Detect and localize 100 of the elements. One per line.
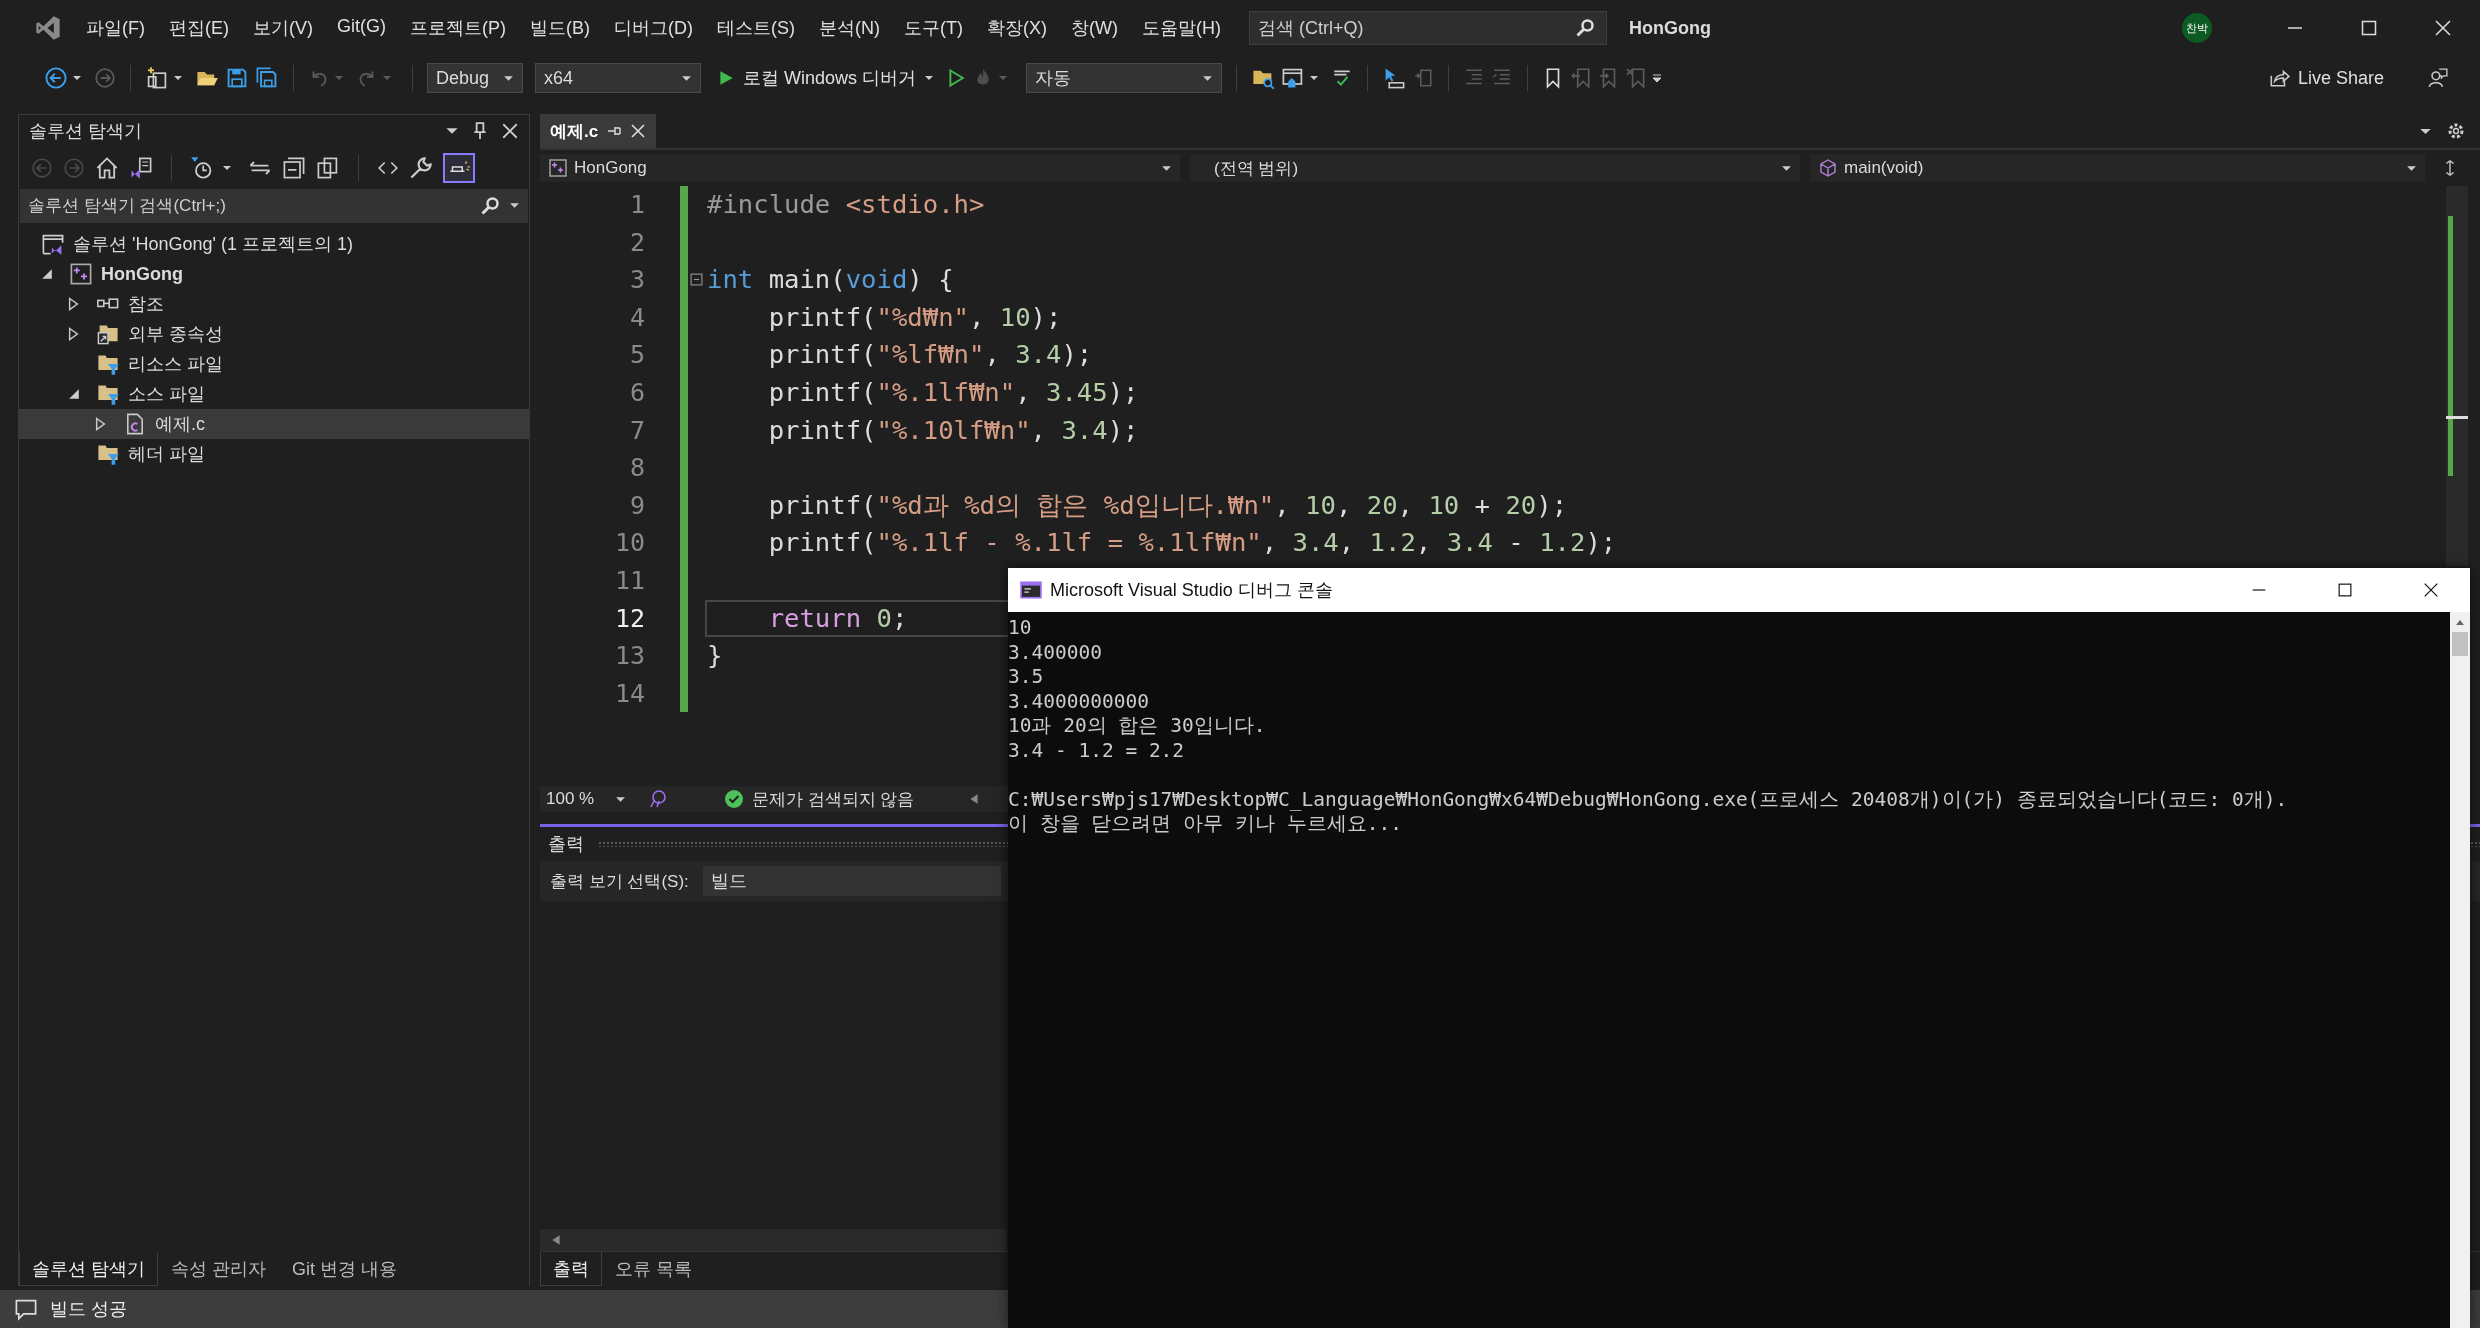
menu-item[interactable]: 파일(F) <box>74 12 157 44</box>
menu-item[interactable]: 테스트(S) <box>705 12 807 44</box>
line-number: 7 <box>629 414 645 447</box>
menu-item[interactable]: 창(W) <box>1058 12 1130 44</box>
notification-icon[interactable] <box>14 1297 38 1321</box>
tree-item[interactable]: 헤더 파일 <box>19 439 529 469</box>
play-icon <box>717 69 735 87</box>
code-line: printf("%lf₩n", 3.4); <box>767 338 1093 372</box>
wrench-icon[interactable] <box>409 156 433 180</box>
expanded-arrow-icon[interactable] <box>68 388 80 400</box>
close-icon[interactable] <box>2433 18 2453 38</box>
caret-icon[interactable] <box>72 73 82 83</box>
panel-tab[interactable]: Git 변경 내용 <box>279 1252 411 1286</box>
panel-tab[interactable]: 속성 관리자 <box>158 1252 280 1286</box>
scroll-left-icon[interactable] <box>968 793 980 805</box>
feedback-icon[interactable] <box>2426 67 2448 89</box>
menu-item[interactable]: 빌드(B) <box>518 12 602 44</box>
console-line: 3.4 - 1.2 = 2.2 <box>1008 738 1186 763</box>
collapsed-arrow-icon[interactable] <box>68 297 79 311</box>
switch-views-icon[interactable] <box>129 156 153 180</box>
scrollbar[interactable] <box>2450 612 2470 1328</box>
collapsed-arrow-icon[interactable] <box>95 417 106 431</box>
intellicode-icon[interactable] <box>648 789 668 809</box>
caret-icon[interactable] <box>509 200 520 211</box>
tree-item[interactable]: 솔루션 'HonGong' (1 프로젝트의 1) <box>19 229 529 259</box>
forward-icon[interactable] <box>94 67 116 89</box>
menu-item[interactable]: 확장(X) <box>974 12 1059 44</box>
scroll-left-icon[interactable] <box>550 1234 562 1246</box>
code-line: int main(void) { <box>707 263 954 297</box>
caret-icon <box>924 73 935 83</box>
clock-filter-icon[interactable] <box>190 156 214 180</box>
bookmark-previous-icon[interactable] <box>1570 67 1593 89</box>
line-number: 6 <box>629 376 645 409</box>
console-line: 3.400000 <box>1008 640 1103 665</box>
search-field[interactable]: 솔루션 탐색기 검색(Ctrl+;) <box>20 189 528 223</box>
settings-icon[interactable] <box>2446 121 2466 141</box>
run-button[interactable]: 로컬 Windows 디버거 <box>707 66 941 90</box>
scrollbar[interactable] <box>2446 186 2468 566</box>
tree-item[interactable]: 예제.c <box>19 409 529 439</box>
console-line: 10 <box>1008 616 1033 641</box>
project-dropdown[interactable]: HonGong <box>540 154 1180 182</box>
menu-item[interactable]: 디버그(D) <box>602 12 705 44</box>
new-item-icon[interactable] <box>145 66 169 90</box>
menu-item[interactable]: 보기(V) <box>241 12 325 44</box>
zoom-dropdown[interactable]: 100 % <box>540 787 632 811</box>
tree-item[interactable]: 리소스 파일 <box>19 349 529 379</box>
scope-dropdown[interactable]: (전역 범위) <box>1190 154 1800 182</box>
collapse-all-icon[interactable] <box>282 156 306 180</box>
close-icon[interactable] <box>501 122 519 140</box>
panel-tab[interactable]: 오류 목록 <box>602 1252 705 1286</box>
close-icon[interactable] <box>2422 581 2440 599</box>
close-icon[interactable] <box>630 123 647 139</box>
search-field[interactable]: 검색 (Ctrl+Q) <box>1248 11 1607 45</box>
menu-item[interactable]: Git(G) <box>325 12 398 44</box>
preview-toggle-icon[interactable] <box>443 153 475 183</box>
scroll-thumb[interactable] <box>2452 632 2468 656</box>
live-share-button[interactable]: Live Share <box>2261 66 2390 90</box>
user-avatar[interactable]: 찬박 <box>2182 13 2212 43</box>
home-icon[interactable] <box>95 156 119 180</box>
document-tab[interactable]: 예제.c <box>540 114 657 148</box>
menu-item[interactable]: 도움말(H) <box>1129 12 1233 44</box>
caret-icon[interactable] <box>173 73 183 83</box>
caret-icon[interactable] <box>1309 73 1320 83</box>
collapsed-arrow-icon[interactable] <box>68 327 79 341</box>
scrollbar[interactable] <box>540 1229 1006 1251</box>
configuration-dropdown[interactable]: Debug <box>427 63 523 93</box>
project-icon <box>69 262 93 286</box>
save-all-icon[interactable] <box>255 66 279 90</box>
line-number: 1 <box>629 189 645 221</box>
mode-dropdown[interactable]: 자동 <box>1026 63 1223 93</box>
output-source-dropdown[interactable]: 빌드 <box>702 866 1001 896</box>
panel-tab[interactable]: 솔루션 탐색기 <box>19 1252 158 1286</box>
caret-icon[interactable] <box>222 163 232 173</box>
menu-item[interactable]: 프로젝트(P) <box>398 12 518 44</box>
console-icon <box>1020 581 1042 599</box>
menu-item[interactable]: 도구(T) <box>892 12 975 44</box>
platform-dropdown[interactable]: x64 <box>535 63 701 93</box>
tree-item[interactable]: 외부 종속성 <box>19 319 529 349</box>
code-line: } <box>707 639 723 673</box>
caret-icon[interactable] <box>1652 73 1663 83</box>
tree-item[interactable]: 소스 파일 <box>19 379 529 409</box>
pin-icon[interactable] <box>471 122 489 140</box>
logo-icon <box>34 14 62 42</box>
scroll-up-icon[interactable] <box>2455 618 2465 628</box>
line-number: 5 <box>629 339 645 372</box>
maximize-icon[interactable] <box>2359 18 2379 38</box>
back-icon[interactable] <box>44 66 68 90</box>
tree-item[interactable]: 참조 <box>19 289 529 319</box>
fold-icon[interactable] <box>690 273 703 287</box>
expanded-arrow-icon[interactable] <box>41 268 53 280</box>
member-dropdown[interactable]: main(void) <box>1810 154 2425 182</box>
maximize-icon[interactable] <box>2336 581 2354 599</box>
play-outline-icon[interactable] <box>946 68 967 88</box>
cube-icon <box>1818 158 1838 178</box>
panel-tab[interactable]: 출력 <box>540 1252 602 1286</box>
menu-item[interactable]: 분석(N) <box>807 12 892 44</box>
tree-item[interactable]: HonGong <box>19 259 529 289</box>
copy-icon[interactable] <box>316 156 340 180</box>
menu-item[interactable]: 편집(E) <box>157 12 241 44</box>
save-icon[interactable] <box>225 66 249 90</box>
